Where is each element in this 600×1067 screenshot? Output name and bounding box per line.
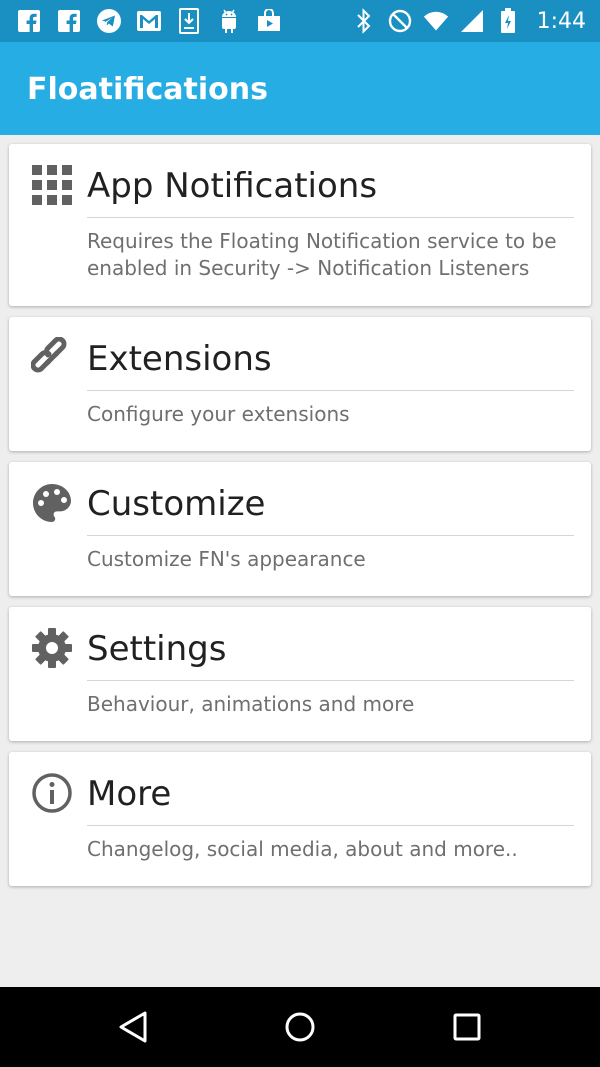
card-app-notifications[interactable]: App Notifications Requires the Floating … xyxy=(9,144,591,306)
card-description: Requires the Floating Notification servi… xyxy=(87,229,557,280)
card-customize[interactable]: Customize Customize FN's appearance xyxy=(9,462,591,596)
card-description: Changelog, social media, about and more.… xyxy=(87,837,518,861)
back-icon[interactable] xyxy=(115,1009,151,1045)
card-description: Customize FN's appearance xyxy=(87,547,366,571)
divider xyxy=(87,535,574,536)
divider xyxy=(87,825,574,826)
card-more[interactable]: More Changelog, social media, about and … xyxy=(9,752,591,886)
app-bar: Floatifications xyxy=(0,42,600,135)
wifi-icon xyxy=(423,8,449,34)
facebook-icon xyxy=(56,8,82,34)
app-title: Floatifications xyxy=(27,72,268,107)
bluetooth-icon xyxy=(351,8,377,34)
do-not-disturb-icon xyxy=(387,8,413,34)
link-icon xyxy=(31,337,73,379)
navigation-bar xyxy=(0,987,600,1067)
android-icon xyxy=(216,8,242,34)
telegram-icon xyxy=(96,8,122,34)
clock: 1:44 xyxy=(536,8,586,34)
divider xyxy=(87,390,574,391)
signal-icon xyxy=(459,8,485,34)
card-title: Customize xyxy=(87,484,266,524)
card-title: More xyxy=(87,774,172,814)
apps-grid-icon xyxy=(31,164,73,206)
battery-icon xyxy=(495,8,521,34)
card-extensions[interactable]: Extensions Configure your extensions xyxy=(9,317,591,451)
gear-icon xyxy=(31,627,73,669)
card-description: Configure your extensions xyxy=(87,402,350,426)
recents-icon[interactable] xyxy=(449,1009,485,1045)
system-status-icons: 1:44 xyxy=(351,8,586,34)
divider xyxy=(87,217,574,218)
facebook-icon xyxy=(16,8,42,34)
info-icon xyxy=(31,772,73,814)
divider xyxy=(87,680,574,681)
download-icon xyxy=(176,8,202,34)
gmail-icon xyxy=(136,8,162,34)
play-store-icon xyxy=(256,8,282,34)
card-title: Settings xyxy=(87,629,227,669)
card-title: Extensions xyxy=(87,339,272,379)
palette-icon xyxy=(31,482,73,524)
home-icon[interactable] xyxy=(282,1009,318,1045)
notification-icons xyxy=(16,8,282,34)
card-settings[interactable]: Settings Behaviour, animations and more xyxy=(9,607,591,741)
card-title: App Notifications xyxy=(87,166,378,206)
card-description: Behaviour, animations and more xyxy=(87,692,415,716)
status-bar: 1:44 xyxy=(0,0,600,42)
